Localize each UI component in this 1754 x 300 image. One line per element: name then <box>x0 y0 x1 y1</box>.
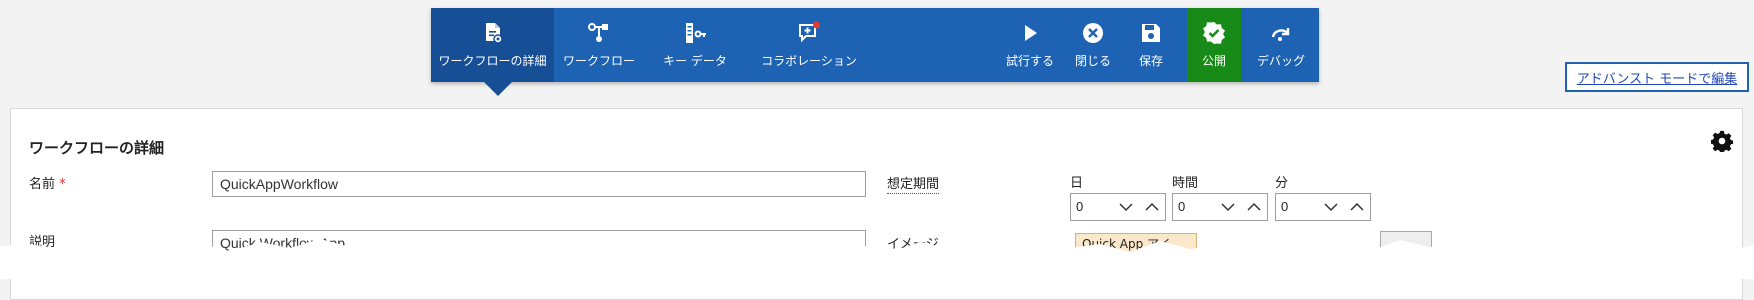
torn-edge <box>0 239 1754 279</box>
